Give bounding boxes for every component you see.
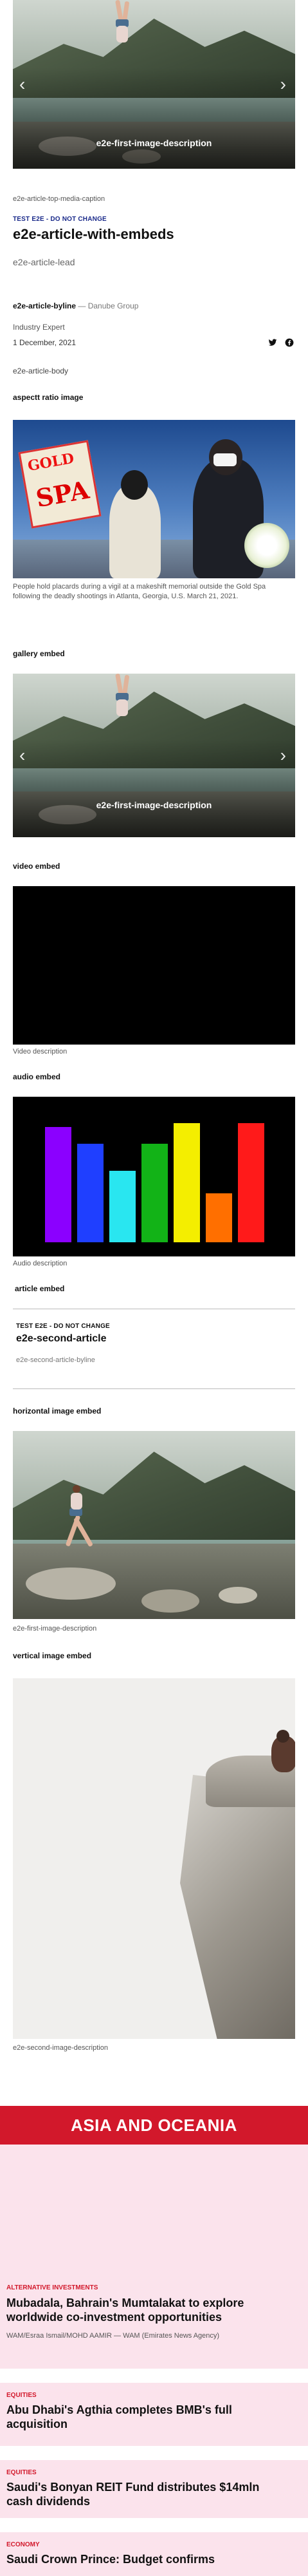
section-heading-article-embed: article embed — [15, 1284, 65, 1293]
story-category[interactable]: ECONOMY — [6, 2541, 40, 2548]
audio-bar — [109, 1171, 136, 1242]
byline-name[interactable]: e2e-article-byline — [13, 301, 76, 310]
featured-story[interactable]: ALTERNATIVE INVESTMENTS Mubadala, Bahrai… — [0, 2145, 308, 2369]
top-media-caption: e2e-article-top-media-caption — [13, 195, 105, 203]
audio-bar — [45, 1127, 71, 1242]
video-caption: Video description — [13, 1048, 68, 1056]
twitter-icon[interactable] — [268, 338, 277, 347]
byline-role: Industry Expert — [13, 323, 65, 332]
article-byline: e2e-article-byline — Danube Group — [13, 301, 138, 310]
audio-caption: Audio description — [13, 1260, 68, 1267]
horizontal-caption: e2e-first-image-description — [13, 1625, 97, 1633]
embed-tag[interactable]: TEST E2E - DO NOT CHANGE — [16, 1323, 110, 1330]
byline-org: Danube Group — [87, 301, 139, 310]
gallery-next-button[interactable]: › — [280, 746, 286, 764]
story-meta: WAM/Esraa Ismail/MOHD AAMIR — WAM (Emira… — [6, 2332, 220, 2340]
aspect-ratio-caption: People hold placards during a vigil at a… — [13, 583, 266, 600]
section-heading-horizontal: horizontal image embed — [13, 1406, 102, 1416]
article-date: 1 December, 2021 — [13, 338, 77, 347]
audio-visualizer[interactable] — [13, 1097, 295, 1256]
story-category[interactable]: EQUITIES — [6, 2392, 37, 2399]
story-title[interactable]: Mubadala, Bahrain's Mumtalakat to explor… — [6, 2296, 264, 2324]
section-heading-audio: audio embed — [13, 1072, 61, 1081]
carousel-prev-button[interactable]: ‹ — [19, 75, 25, 93]
video-player[interactable] — [13, 886, 295, 1045]
article-body: e2e-article-body — [13, 366, 69, 375]
gallery-carousel[interactable]: ‹ › e2e-first-image-description — [13, 674, 295, 837]
byline-separator: — — [76, 301, 88, 310]
section-heading-vertical: vertical image embed — [13, 1651, 92, 1660]
gallery-prev-button[interactable]: ‹ — [19, 746, 25, 764]
article-lead: e2e-article-lead — [13, 257, 75, 267]
audio-bar — [206, 1193, 232, 1242]
section-heading-aspect-ratio: aspectt ratio image — [13, 393, 84, 402]
top-media-carousel[interactable]: ‹ › e2e-first-image-description — [13, 0, 295, 169]
story-card[interactable]: EQUITIES Abu Dhabi's Agthia completes BM… — [0, 2383, 308, 2446]
horizontal-image — [13, 1431, 295, 1619]
vertical-caption: e2e-second-image-description — [13, 2044, 108, 2052]
story-title[interactable]: Saudi Crown Prince: Budget confirms — [6, 2552, 289, 2566]
section-heading-video: video embed — [13, 862, 60, 871]
embed-byline: e2e-second-article-byline — [16, 1356, 95, 1364]
story-title[interactable]: Saudi's Bonyan REIT Fund distributes $14… — [6, 2480, 264, 2508]
story-category[interactable]: ALTERNATIVE INVESTMENTS — [6, 2284, 98, 2291]
embed-title[interactable]: e2e-second-article — [16, 1333, 107, 1345]
story-card[interactable]: ECONOMY Saudi Crown Prince: Budget confi… — [0, 2532, 308, 2576]
story-card[interactable]: EQUITIES Saudi's Bonyan REIT Fund distri… — [0, 2460, 308, 2518]
vertical-image — [13, 1678, 295, 2039]
audio-bar — [77, 1144, 104, 1242]
section-heading-gallery: gallery embed — [13, 649, 65, 658]
article-tag[interactable]: TEST E2E - DO NOT CHANGE — [13, 216, 107, 223]
audio-bar — [174, 1123, 200, 1242]
carousel-next-button[interactable]: › — [280, 75, 286, 93]
social-share — [268, 338, 294, 347]
spa-sign: GOLD SPA — [18, 440, 102, 529]
audio-bar — [141, 1144, 168, 1242]
story-title[interactable]: Abu Dhabi's Agthia completes BMB's full … — [6, 2403, 276, 2431]
region-banner[interactable]: ASIA AND OCEANIA — [0, 2106, 308, 2145]
gallery-image — [13, 674, 295, 837]
embed-bottom-divider — [13, 1388, 295, 1389]
story-category[interactable]: EQUITIES — [6, 2469, 37, 2476]
aspect-ratio-image: GOLD SPA — [13, 420, 295, 578]
article-title: e2e-article-with-embeds — [13, 226, 174, 242]
gallery-overlay-caption: e2e-first-image-description — [96, 800, 212, 810]
audio-bar — [238, 1123, 264, 1242]
facebook-icon[interactable] — [285, 338, 294, 347]
carousel-overlay-caption: e2e-first-image-description — [96, 138, 212, 148]
